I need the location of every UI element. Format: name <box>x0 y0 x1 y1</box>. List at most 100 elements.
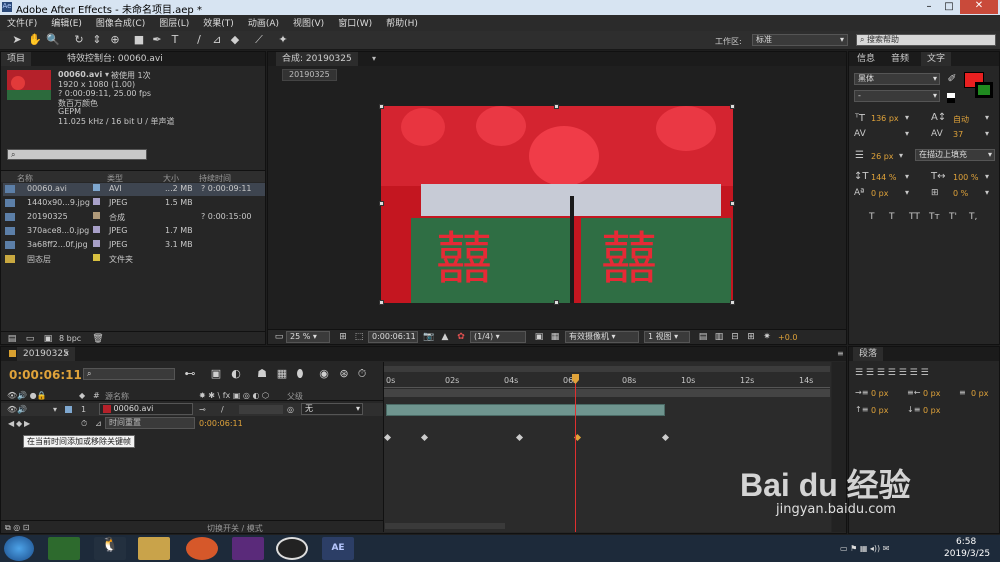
taskbar-app-player[interactable] <box>232 537 264 560</box>
eraser-tool-icon[interactable]: ◆ <box>228 33 242 47</box>
text-style-button[interactable]: T' <box>949 212 957 222</box>
shy-layers-icon[interactable]: ☗ <box>255 367 269 381</box>
hand-tool-icon[interactable]: ✋ <box>28 33 42 47</box>
next-keyframe-icon[interactable]: ▶ <box>24 419 30 428</box>
parent-header[interactable]: 父级 <box>287 391 303 402</box>
roto-tool-icon[interactable]: ⟋ <box>252 33 266 47</box>
chevron-down-icon[interactable]: ▾ <box>985 113 989 122</box>
layer-name-field[interactable]: 00060.avi <box>99 403 193 415</box>
stroke-mode-select[interactable]: 在描边上填充 ▾ <box>915 149 995 161</box>
tab-audio[interactable]: 音频 <box>885 52 915 66</box>
pick-whip-icon[interactable]: ◎ <box>287 405 294 414</box>
rectangle-tool-icon[interactable]: ■ <box>132 33 146 47</box>
menu-item[interactable]: 效果(T) <box>196 15 241 30</box>
space-after-value[interactable]: 0 px <box>923 406 940 415</box>
timeline-icon[interactable]: ⊟ <box>728 330 742 344</box>
chevron-down-icon[interactable]: ▾ <box>905 188 909 197</box>
tray-date[interactable]: 2019/3/25 <box>944 549 990 559</box>
menu-item[interactable]: 图像合成(C) <box>89 15 152 30</box>
current-time-field[interactable]: 0:00:06:11 <box>368 331 418 343</box>
draft-3d-icon[interactable]: ◐ <box>229 367 243 381</box>
trash-icon[interactable]: 🗑 <box>91 332 105 346</box>
label-color[interactable] <box>93 226 100 233</box>
toggle-pixel-aspect-icon[interactable]: ▤ <box>696 330 710 344</box>
tray-time[interactable]: 6:58 <box>956 537 976 547</box>
time-remap-property[interactable]: 时间重置 <box>105 417 195 429</box>
parent-select[interactable]: 无 ▾ <box>301 403 363 415</box>
menu-item[interactable]: 视图(V) <box>286 15 331 30</box>
puppet-tool-icon[interactable]: ✦ <box>276 33 290 47</box>
camera-select[interactable]: 有效摄像机 ▾ <box>565 331 639 343</box>
label-color[interactable] <box>93 212 100 219</box>
black-swatch[interactable] <box>947 98 955 103</box>
zoom-slider[interactable] <box>385 523 505 529</box>
indent-left-value[interactable]: 0 px <box>871 389 888 398</box>
project-item[interactable]: 1440x90...9.jpg JPEG 1.5 MB <box>3 197 265 210</box>
chevron-down-icon[interactable]: ▾ <box>372 54 376 63</box>
transform-handle-bc[interactable] <box>554 300 559 305</box>
label-color[interactable] <box>93 240 100 247</box>
rotate-tool-icon[interactable]: ↻ <box>72 33 86 47</box>
chevron-down-icon[interactable]: ▾ <box>905 129 909 138</box>
frame-blending-icon[interactable]: ▦ <box>275 367 289 381</box>
text-style-button[interactable]: T, <box>969 212 977 222</box>
comp-mini-flowchart-icon[interactable]: ⊷ <box>183 367 197 381</box>
menu-item[interactable]: 文件(F) <box>0 15 44 30</box>
fit-icon[interactable]: ⊞ <box>336 330 350 344</box>
tab-composition[interactable]: 合成: 20190325 <box>276 52 358 66</box>
label-color[interactable] <box>93 184 100 191</box>
tsume-value[interactable]: 0 % <box>953 189 968 198</box>
timer-icon[interactable]: ⏱ <box>355 367 369 381</box>
leading-value[interactable]: 自动 <box>953 114 969 125</box>
transform-handle-ml[interactable] <box>379 201 384 206</box>
menu-item[interactable]: 窗口(W) <box>331 15 379 30</box>
font-family-select[interactable]: 黑体 ▾ <box>854 73 940 85</box>
previous-keyframe-icon[interactable]: ◀ <box>8 419 14 428</box>
transform-handle-bl[interactable] <box>379 300 384 305</box>
chevron-down-icon[interactable]: ▾ <box>905 172 909 181</box>
project-item[interactable]: 00060.avi AVI ...2 MB ? 0:00:09:11 <box>3 183 265 196</box>
layer-label-color[interactable] <box>65 406 72 413</box>
transform-handle-tc[interactable] <box>554 104 559 109</box>
space-before-value[interactable]: 0 px <box>871 406 888 415</box>
transform-handle-br[interactable] <box>730 300 735 305</box>
comp-viewer-frame[interactable]: 囍 囍 <box>381 106 733 303</box>
always-preview-icon[interactable]: ▭ <box>272 330 286 344</box>
keyframe[interactable] <box>383 433 392 442</box>
audio-toggle-icon[interactable]: 🔊 <box>17 405 27 414</box>
close-tab-icon[interactable]: ✕ <box>63 349 70 358</box>
transform-handle-mr[interactable] <box>730 201 735 206</box>
project-search-input[interactable]: ⌕ <box>7 149 147 160</box>
menu-item[interactable]: 编辑(E) <box>44 15 89 30</box>
taskbar-app-explorer[interactable] <box>138 537 170 560</box>
font-size-value[interactable]: 136 px <box>871 114 899 123</box>
motion-blur-icon[interactable]: ⬮ <box>293 367 307 381</box>
camera-tool-icon[interactable]: ⇕ <box>90 33 104 47</box>
exposure-icon[interactable]: ✷ <box>760 330 774 344</box>
work-area-bar[interactable] <box>384 389 830 397</box>
tab-info[interactable]: 信息 <box>851 52 881 66</box>
horizontal-scale-value[interactable]: 100 % <box>953 173 978 182</box>
taskbar-app-recorder[interactable] <box>276 537 308 560</box>
tab-character[interactable]: 文字 <box>921 52 952 66</box>
tracking-value[interactable]: 37 <box>953 130 963 139</box>
quality-icon[interactable]: / <box>221 405 224 414</box>
chevron-down-icon[interactable]: ▾ <box>899 151 903 160</box>
text-style-button[interactable]: T <box>889 212 895 222</box>
help-search-field[interactable]: ⌕ 搜索帮助 <box>856 34 996 46</box>
label-color[interactable] <box>93 254 100 261</box>
tab-paragraph[interactable]: 段落 <box>853 347 884 361</box>
layer-switches-icon[interactable]: ⧉ ◎ ⊡ <box>5 523 29 533</box>
resolution-select[interactable]: (1/4) ▾ <box>470 331 526 343</box>
interpret-footage-icon[interactable]: ▤ <box>5 332 19 346</box>
time-remap-value[interactable]: 0:00:06:11 <box>199 419 243 428</box>
close-button[interactable]: ✕ <box>960 0 998 14</box>
eyedropper-icon[interactable]: ✐ <box>945 72 959 86</box>
layer-switch-boxes[interactable] <box>239 405 283 414</box>
pan-behind-tool-icon[interactable]: ⊕ <box>108 33 122 47</box>
show-snapshot-icon[interactable]: ▲ <box>438 330 452 344</box>
tab-project[interactable]: 项目 <box>1 52 32 66</box>
keyframe[interactable] <box>661 433 670 442</box>
font-style-select[interactable]: - ▾ <box>854 90 940 102</box>
indent-right-value[interactable]: 0 px <box>923 389 940 398</box>
